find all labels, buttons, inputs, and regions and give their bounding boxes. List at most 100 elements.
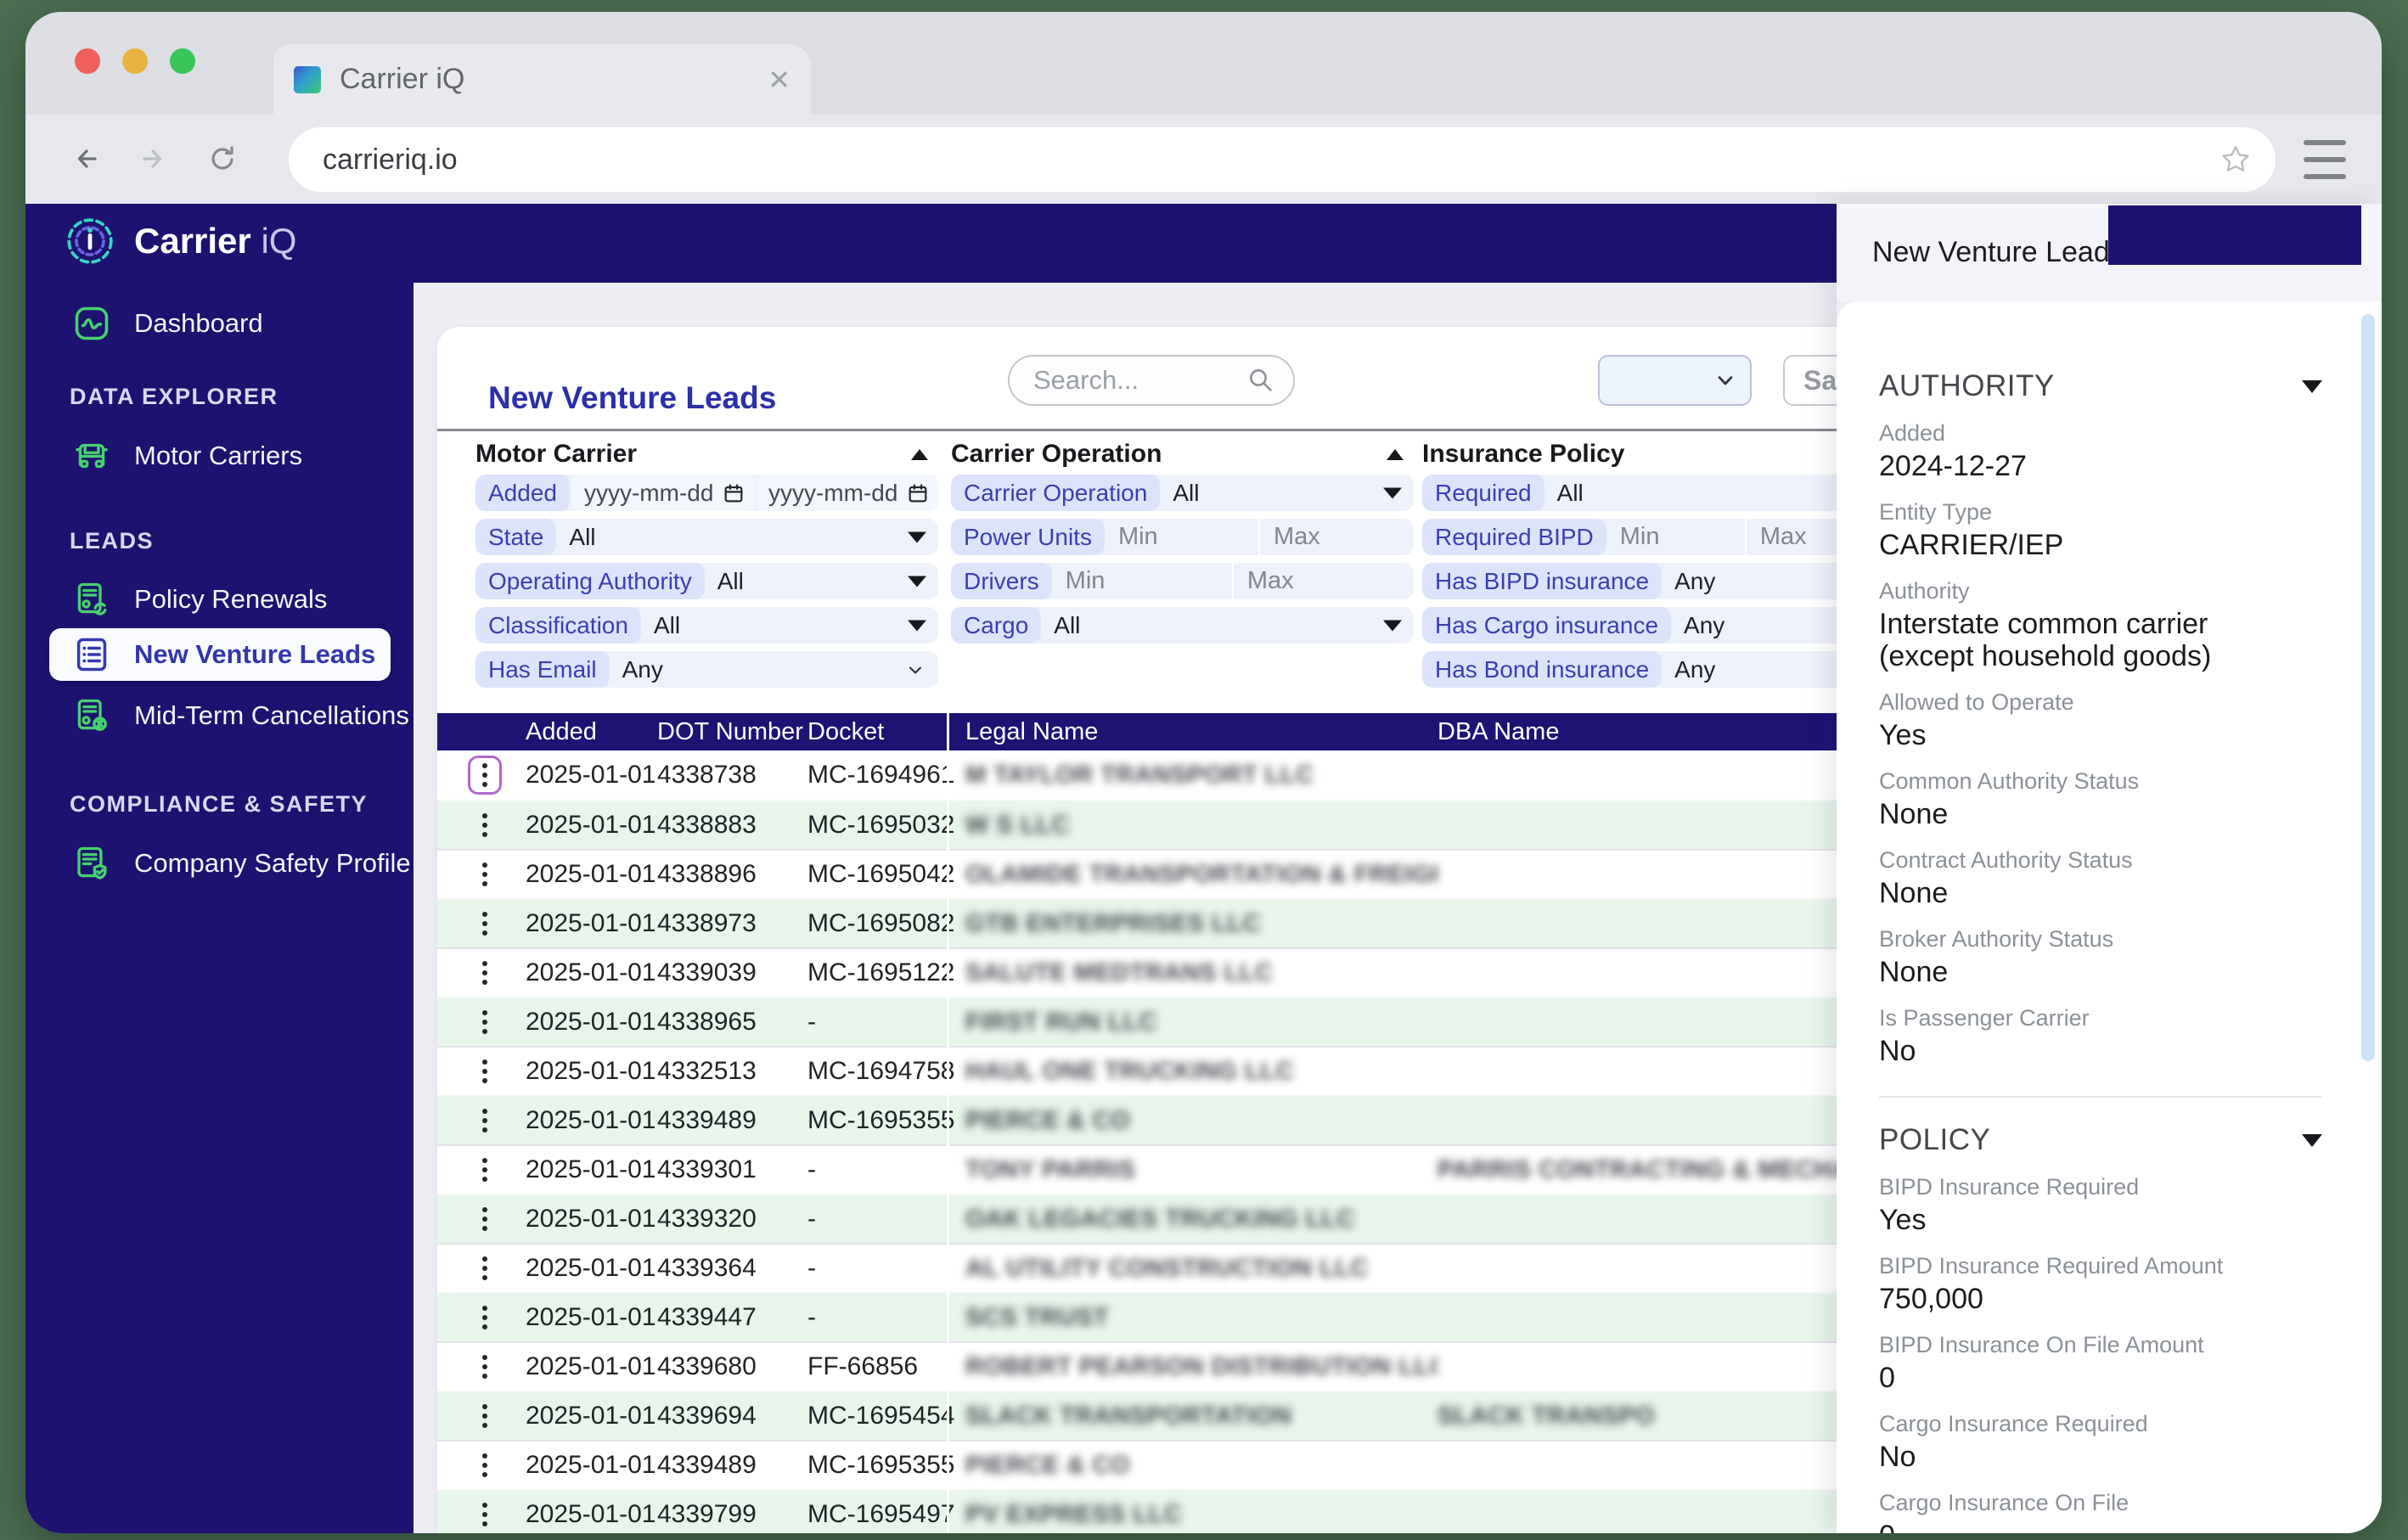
filter-state-select[interactable]: State All [475, 519, 938, 555]
collapse-up-icon[interactable] [1387, 448, 1404, 460]
cell-added: 2025-01-01 [526, 1254, 656, 1282]
row-kebab-menu-icon[interactable] [468, 806, 502, 845]
max-input[interactable]: Max [1257, 519, 1414, 555]
filter-has-bond-select[interactable]: Has Bond insurance Any [1422, 651, 1885, 688]
col-dot-number[interactable]: DOT Number [657, 718, 807, 746]
sidebar-item-dashboard[interactable]: Dashboard [49, 299, 391, 348]
detail-field: Broker Authority Status None [1879, 926, 2322, 988]
sidebar-section-data-explorer: DATA EXPLORER [70, 384, 278, 409]
filter-classification-select[interactable]: Classification All [475, 607, 938, 644]
filter-added-daterange[interactable]: Added yyyy-mm-dd yyyy-mm-dd [475, 475, 938, 511]
date-from-input[interactable]: yyyy-mm-dd [571, 475, 754, 511]
tab-close-icon[interactable]: ✕ [768, 66, 790, 93]
max-input[interactable]: Max [1231, 563, 1414, 599]
row-kebab-menu-icon[interactable] [468, 1003, 502, 1042]
sidebar-item-company-safety-profile[interactable]: Company Safety Profile [49, 839, 411, 888]
cell-dot-number: 4339489 [657, 1106, 757, 1134]
cell-legal-name: GTB ENTERPRISES LLC [965, 909, 1261, 937]
min-input[interactable]: Min [1606, 519, 1745, 555]
cell-docket: MC-1695454 [807, 1402, 955, 1430]
cell-docket: MC-1695355 [807, 1106, 955, 1134]
filter-operating-authority-select[interactable]: Operating Authority All [475, 563, 938, 599]
field-value: Interstate common carrier (except househ… [1879, 608, 2212, 672]
min-input[interactable]: Min [1105, 519, 1258, 555]
sidebar-item-new-venture-leads[interactable]: New Venture Leads [49, 628, 391, 681]
row-kebab-menu-icon[interactable] [468, 1150, 502, 1189]
cell-dot-number: 4338896 [657, 860, 757, 888]
safety-shield-icon [70, 841, 114, 885]
field-value: 0 [1879, 1520, 2287, 1533]
cell-legal-name: PV EXPRESS LLC [965, 1500, 1183, 1528]
back-icon[interactable] [70, 142, 104, 176]
sidebar-item-policy-renewals[interactable]: Policy Renewals [49, 575, 391, 624]
filter-has-bipd-select[interactable]: Has BIPD insurance Any [1422, 563, 1885, 599]
window-zoom-button[interactable] [170, 48, 195, 74]
url-bar[interactable]: carrieriq.io [289, 127, 2276, 192]
date-to-input[interactable]: yyyy-mm-dd [756, 475, 938, 511]
panel-scrollbar[interactable] [2361, 314, 2375, 1061]
search-placeholder: Search... [1033, 365, 1139, 395]
cell-added: 2025-01-01 [526, 1500, 656, 1528]
row-kebab-menu-icon[interactable] [468, 1397, 502, 1436]
search-input[interactable]: Search... [1008, 355, 1295, 406]
filter-has-email-select[interactable]: Has Email Any [475, 651, 938, 688]
carrieriq-logo-icon [63, 214, 117, 268]
policy-cancel-icon [70, 694, 114, 738]
row-kebab-menu-icon[interactable] [468, 1200, 502, 1239]
bookmark-star-icon[interactable] [2218, 142, 2253, 177]
collapse-down-icon [2302, 1133, 2322, 1147]
sidebar-item-mid-term-cancellations[interactable]: Mid-Term Cancellations [49, 691, 409, 740]
row-kebab-menu-icon[interactable] [468, 1347, 502, 1386]
row-kebab-menu-icon[interactable] [468, 1101, 502, 1140]
cell-dot-number: 4338973 [657, 909, 757, 937]
cell-added: 2025-01-01 [526, 811, 656, 839]
cell-added: 2025-01-01 [526, 1057, 656, 1085]
filter-cargo-select[interactable]: Cargo All [951, 607, 1414, 644]
filter-required-bipd-range[interactable]: Required BIPD Min Max [1422, 519, 1885, 555]
cell-legal-name: ROBERT PEARSON DISTRIBUTION LLC [965, 1352, 1437, 1380]
window-minimize-button[interactable] [122, 48, 148, 74]
cell-dot-number: 4339799 [657, 1500, 757, 1528]
filter-group-title: Carrier Operation [951, 440, 1162, 468]
cell-docket: MC-1695042 [807, 860, 955, 888]
caret-down-icon [908, 531, 926, 542]
row-kebab-menu-icon[interactable] [468, 1298, 502, 1337]
row-kebab-menu-icon[interactable] [468, 904, 502, 943]
row-kebab-menu-icon[interactable] [468, 756, 502, 795]
section-policy[interactable]: POLICY [1879, 1123, 2322, 1157]
menu-icon[interactable] [2304, 140, 2346, 179]
sidebar-item-motor-carriers[interactable]: Motor Carriers [49, 431, 391, 481]
row-kebab-menu-icon[interactable] [468, 1495, 502, 1533]
truck-icon [70, 434, 114, 478]
field-value: Yes [1879, 719, 1927, 751]
field-label: Cargo Insurance On File [1879, 1490, 2130, 1515]
filter-power-units-range[interactable]: Power Units Min Max [951, 519, 1414, 555]
cell-dot-number: 4339301 [657, 1155, 757, 1183]
filter-has-cargo-select[interactable]: Has Cargo insurance Any [1422, 607, 1885, 644]
col-legal-name[interactable]: Legal Name [955, 718, 1437, 746]
reload-icon[interactable] [205, 142, 239, 176]
forward-icon[interactable] [136, 142, 170, 176]
collapse-up-icon[interactable] [911, 448, 928, 460]
row-kebab-menu-icon[interactable] [468, 953, 502, 992]
filter-drivers-range[interactable]: Drivers Min Max [951, 563, 1414, 599]
row-kebab-menu-icon[interactable] [468, 1446, 502, 1485]
dashboard-icon [70, 301, 114, 346]
calendar-icon [724, 483, 743, 502]
filter-group-title: Insurance Policy [1422, 440, 1625, 468]
saved-view-select[interactable] [1598, 355, 1752, 406]
filter-required-select[interactable]: Required All [1422, 475, 1885, 511]
min-input[interactable]: Min [1052, 563, 1232, 599]
cell-legal-name: M TAYLOR TRANSPORT LLC [965, 761, 1314, 789]
browser-tab[interactable]: Carrier iQ ✕ [273, 44, 811, 115]
row-kebab-menu-icon[interactable] [468, 855, 502, 894]
row-kebab-menu-icon[interactable] [468, 1052, 502, 1091]
section-authority[interactable]: AUTHORITY [1879, 369, 2322, 403]
row-kebab-menu-icon[interactable] [468, 1249, 502, 1288]
detail-panel-body: AUTHORITY Added 2024-12-27 Entity Type C… [1837, 301, 2382, 1533]
col-added[interactable]: Added [526, 718, 657, 746]
cell-legal-name: SCS TRUST [965, 1303, 1109, 1331]
col-docket[interactable]: Docket [807, 718, 955, 746]
window-close-button[interactable] [75, 48, 100, 74]
filter-carrier-operation-select[interactable]: Carrier Operation All [951, 475, 1414, 511]
